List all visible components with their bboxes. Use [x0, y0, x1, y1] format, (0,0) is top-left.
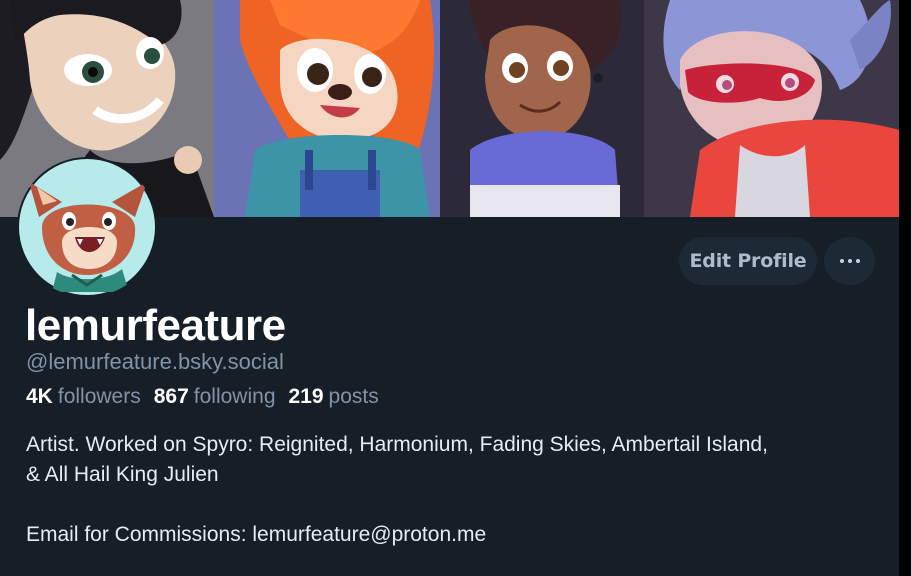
bio-line: Email for Commissions: lemurfeature@prot…: [26, 523, 487, 546]
profile-handle: @lemurfeature.bsky.social: [26, 349, 284, 374]
followers-label: followers: [57, 385, 141, 408]
bio-line: Artist. Worked on Spyro: Reignited, Harm…: [26, 433, 768, 456]
posts-count: 219: [288, 385, 324, 408]
profile-stats: 4K followers 867 following 219 posts: [26, 385, 379, 409]
ellipsis-icon: [839, 259, 844, 263]
followers-link[interactable]: 4K followers: [26, 385, 141, 409]
ellipsis-icon: [847, 259, 852, 263]
following-count: 867: [153, 385, 189, 408]
bio-line: & All Hail King Julien: [26, 463, 219, 486]
following-label: following: [193, 385, 276, 408]
ellipsis-icon: [855, 259, 860, 263]
banner-character-3: [440, 0, 644, 217]
avatar[interactable]: [17, 157, 157, 297]
posts-label: posts: [328, 385, 379, 408]
banner-character-4: [644, 0, 899, 217]
profile-page: Edit Profile lemurfeature @lemurfeature.…: [0, 0, 911, 576]
posts-stat: 219 posts: [289, 385, 379, 409]
banner-character-2: [214, 0, 440, 217]
bio-spacer: [26, 490, 886, 520]
window-edge: [899, 0, 911, 576]
display-name: lemurfeature: [25, 301, 286, 350]
profile-bio: Artist. Worked on Spyro: Reignited, Harm…: [26, 430, 886, 550]
more-options-button[interactable]: [824, 237, 875, 285]
edit-profile-button[interactable]: Edit Profile: [679, 237, 817, 285]
following-link[interactable]: 867 following: [154, 385, 276, 409]
followers-count: 4K: [26, 385, 53, 408]
